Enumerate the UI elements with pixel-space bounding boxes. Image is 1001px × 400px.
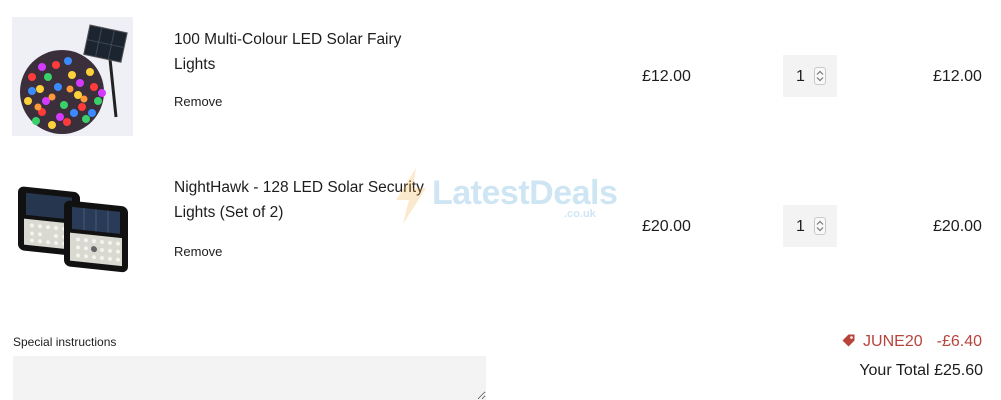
watermark-suffix: .co.uk [564, 208, 596, 220]
line-total: £12.00 [933, 68, 982, 85]
remove-link[interactable]: Remove [174, 94, 222, 109]
line-total: £20.00 [933, 218, 982, 235]
unit-price: £20.00 [642, 218, 691, 235]
total-label: Your Total [859, 362, 930, 379]
product-image-fairy-lights[interactable] [12, 17, 133, 136]
product-image-security-lights[interactable] [12, 168, 133, 286]
discount-code: JUNE20 [863, 333, 923, 350]
product-title[interactable]: 100 Multi-Colour LED Solar Fairy Lights [174, 27, 434, 77]
cart-item: 100 Multi-Colour LED Solar Fairy Lights … [0, 0, 1001, 140]
price-tag-icon [842, 334, 855, 352]
watermark-logo: LatestDeals .co.uk [394, 168, 618, 228]
spinner-arrows-icon[interactable] [814, 217, 826, 235]
discount-amount: -£6.40 [936, 333, 982, 350]
discount-line: JUNE20 -£6.40 [842, 333, 982, 352]
cart-total: Your Total £25.60 [859, 362, 983, 380]
quantity-value[interactable]: 1 [796, 68, 805, 86]
quantity-stepper[interactable]: 1 [783, 205, 837, 247]
special-instructions-input[interactable] [13, 356, 486, 400]
remove-link[interactable]: Remove [174, 244, 222, 259]
quantity-value[interactable]: 1 [796, 218, 805, 236]
lightning-bolt-icon [396, 168, 426, 224]
special-instructions-label: Special instructions [13, 335, 117, 349]
quantity-stepper[interactable]: 1 [783, 55, 837, 97]
unit-price: £12.00 [642, 68, 691, 85]
total-value: £25.60 [934, 362, 983, 379]
spinner-arrows-icon[interactable] [814, 67, 826, 85]
